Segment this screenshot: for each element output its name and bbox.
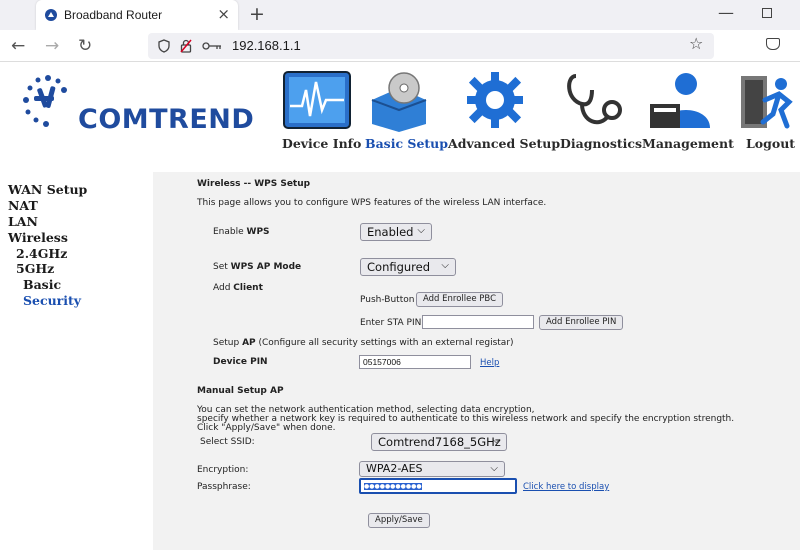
shield-icon[interactable] [158,39,170,53]
window-minimize-icon[interactable]: — [718,3,734,22]
url-text[interactable]: 192.168.1.1 [232,38,301,53]
nav-lan[interactable]: LAN [8,214,38,229]
manual-setup-title: Manual Setup AP [197,386,284,396]
nav-24ghz[interactable]: 2.4GHz [16,246,67,261]
new-tab-icon[interactable]: + [249,3,265,25]
passphrase-input[interactable]: ●●●●●●●●●●● [359,478,517,494]
push-button-label: Push-Button [360,295,415,305]
passphrase-label: Passphrase: [197,482,251,492]
url-bar[interactable]: 192.168.1.1 [148,33,714,59]
enable-wps-label: Enable WPS [213,227,270,237]
wps-description: This page allows you to configure WPS fe… [197,198,547,208]
tab-title: Broadband Router [64,8,163,22]
browser-tab-bar: Broadband Router × + — [0,0,800,30]
menu-device-info[interactable]: Device Info [282,136,361,151]
chevron-down-icon: ⌵ [441,260,449,271]
router-favicon-icon [45,9,57,21]
advanced-setup-icon[interactable] [458,70,532,132]
reload-icon[interactable]: ↻ [78,36,92,56]
management-icon[interactable] [646,70,720,132]
wps-ap-mode-label: Set WPS AP Mode [213,262,302,272]
pocket-icon[interactable] [766,38,780,50]
nav-wan-setup[interactable]: WAN Setup [8,182,87,197]
sta-pin-label: Enter STA PIN [360,318,422,328]
wps-ap-mode-select[interactable]: Configured ⌵ [360,258,456,276]
enable-wps-select[interactable]: Enabled ⌵ [360,223,432,241]
menu-basic-setup[interactable]: Basic Setup [365,136,448,151]
chevron-down-icon: ⌵ [492,435,500,446]
left-nav: WAN Setup NAT LAN Wireless 2.4GHz 5GHz B… [0,172,153,550]
menu-diagnostics[interactable]: Diagnostics [560,136,642,151]
device-pin-label: Device PIN [213,357,268,367]
nav-5ghz[interactable]: 5GHz [16,261,54,276]
help-link[interactable]: Help [480,358,499,368]
logout-icon[interactable] [735,70,800,132]
nav-wireless[interactable]: Wireless [8,230,68,245]
wps-section-title: Wireless -- WPS Setup [197,179,311,189]
chevron-down-icon: ⌵ [490,463,498,474]
menu-management[interactable]: Management [642,136,734,151]
key-icon[interactable] [202,41,222,51]
nav-security[interactable]: Security [23,293,81,308]
browser-nav-bar: ← → ↻ 192.168.1.1 ☆ [0,30,800,62]
sta-pin-input[interactable] [422,315,534,329]
encryption-select[interactable]: WPA2-AES ⌵ [359,461,505,477]
add-client-label: Add Client [213,283,263,293]
main-content: Wireless -- WPS Setup This page allows y… [153,172,800,550]
apply-save-button[interactable]: Apply/Save [368,513,430,528]
chevron-down-icon: ⌵ [417,225,425,236]
select-ssid-label: Select SSID: [200,437,255,447]
ssid-select[interactable]: Comtrend7168_5GHz ⌵ [371,433,507,451]
add-enrollee-pbc-button[interactable]: Add Enrollee PBC [416,292,504,307]
brand-name: COMTREND [78,104,255,135]
back-arrow-icon[interactable]: ← [11,36,25,56]
add-enrollee-pin-button[interactable]: Add Enrollee PIN [539,315,624,330]
manual-desc-line3: Click "Apply/Save" when done. [197,423,336,433]
nav-nat[interactable]: NAT [8,198,38,213]
setup-ap-label: Setup AP (Configure all security setting… [213,338,514,348]
menu-logout[interactable]: Logout [746,136,795,151]
comtrend-logo-icon [23,75,67,127]
basic-setup-icon[interactable] [362,70,436,132]
diagnostics-icon[interactable] [556,70,630,132]
device-info-icon[interactable] [280,70,354,132]
insecure-lock-icon[interactable] [180,39,192,53]
bookmark-star-icon[interactable]: ☆ [689,34,703,53]
router-header: COMTREND Device Info Basic Setup Advance… [0,62,800,172]
browser-tab[interactable]: Broadband Router × [36,0,238,30]
encryption-label: Encryption: [197,465,249,475]
display-passphrase-link[interactable]: Click here to display [523,482,609,492]
forward-arrow-icon[interactable]: → [45,36,59,56]
nav-basic[interactable]: Basic [23,277,61,292]
device-pin-input[interactable] [359,355,471,369]
tab-close-icon[interactable]: × [217,5,230,23]
menu-advanced-setup[interactable]: Advanced Setup [448,136,560,151]
window-maximize-icon[interactable] [762,8,772,18]
